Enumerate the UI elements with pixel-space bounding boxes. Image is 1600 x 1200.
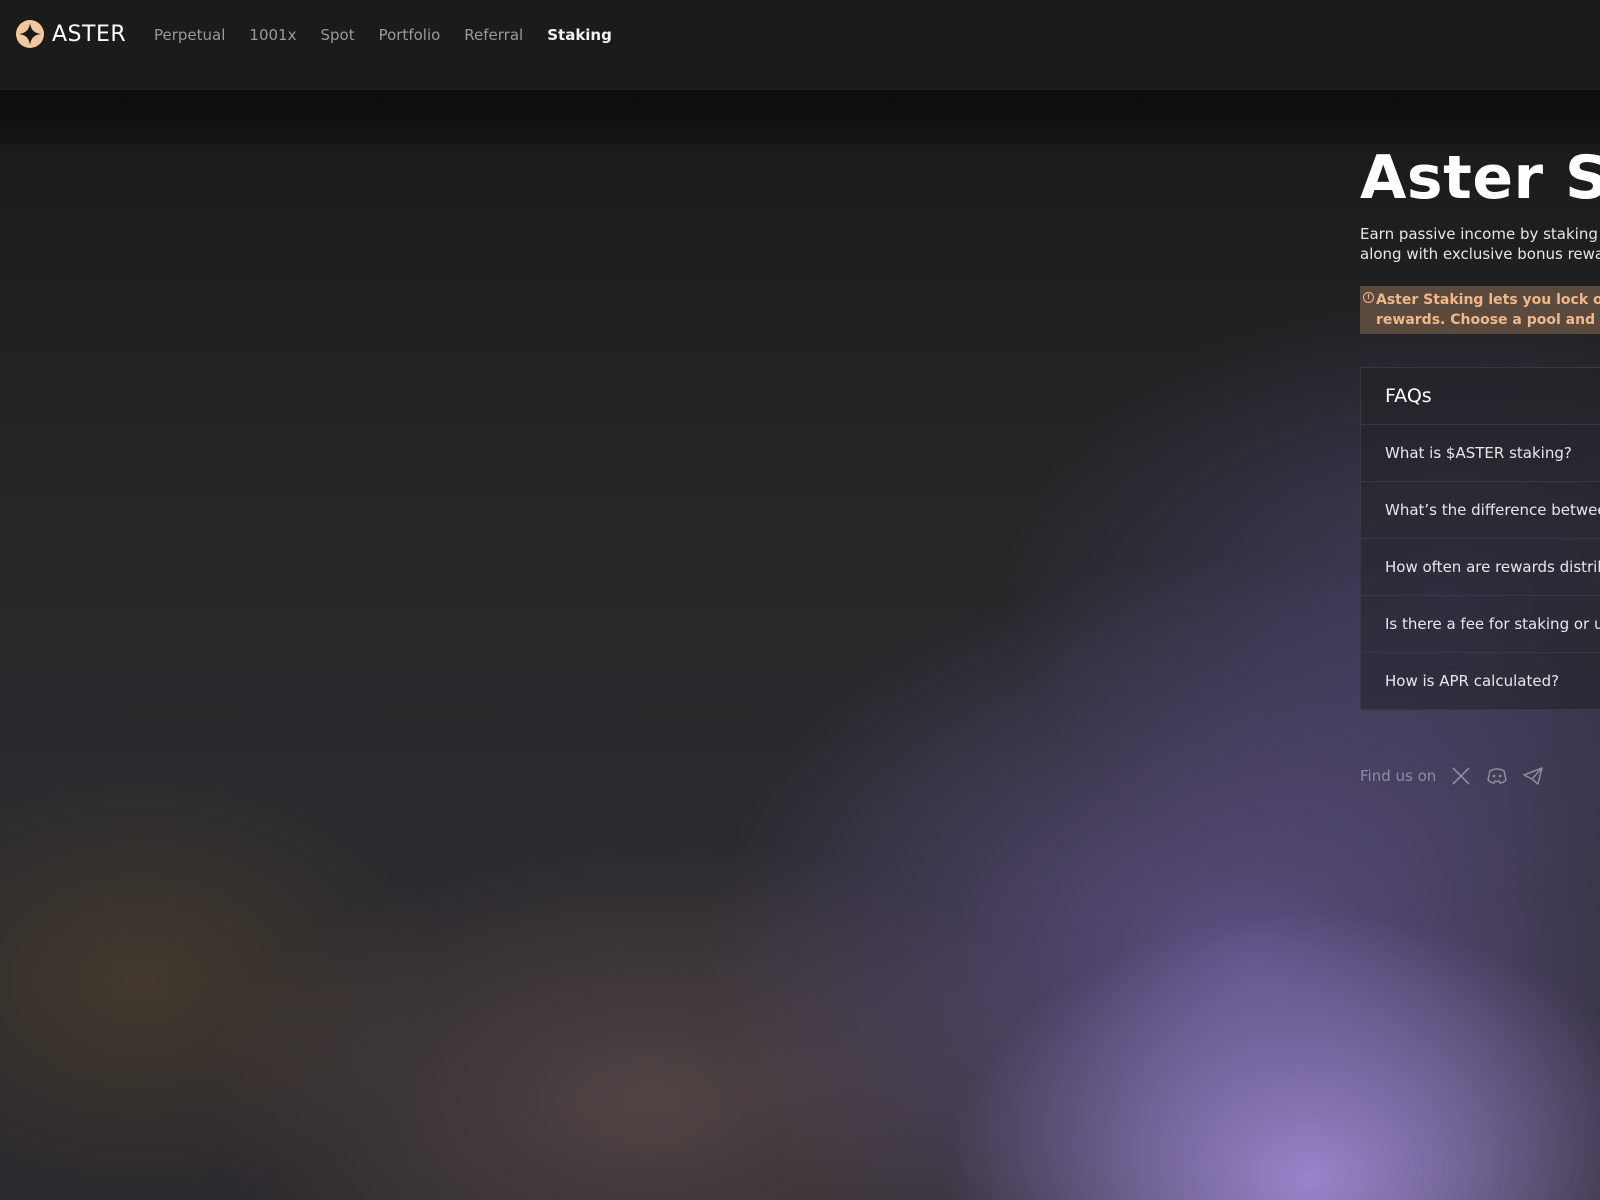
nav-spot[interactable]: Spot (320, 26, 354, 44)
nav-referral[interactable]: Referral (464, 26, 523, 44)
social-links: Find us on (1360, 764, 1600, 788)
nav-perpetual[interactable]: Perpetual (154, 26, 225, 44)
top-navbar: ASTER Perpetual 1001x Spot Portfolio Ref… (0, 0, 1600, 90)
info-icon: ! (1363, 292, 1374, 303)
staking-content: Aster Sta Earn passive income by staking… (1360, 146, 1600, 788)
header-shadow-band (0, 90, 1600, 144)
faq-heading: FAQs (1361, 368, 1600, 425)
aster-logo[interactable]: ASTER (16, 20, 126, 48)
aster-logo-icon (16, 20, 44, 48)
faq-item-what-is-staking[interactable]: What is $ASTER staking? (1361, 425, 1600, 482)
x-icon[interactable] (1450, 765, 1472, 787)
notice-line-1: Aster Staking lets you lock or flexi (1376, 292, 1600, 308)
subtitle-line-1: Earn passive income by staking yo (1360, 225, 1600, 243)
page-subtitle: Earn passive income by staking yo along … (1360, 224, 1600, 264)
faq-item-fees[interactable]: Is there a fee for staking or uns (1361, 596, 1600, 653)
main-nav: Perpetual 1001x Spot Portfolio Referral … (154, 24, 636, 46)
social-label: Find us on (1360, 767, 1437, 785)
nav-staking[interactable]: Staking (547, 26, 612, 44)
faq-panel: FAQs What is $ASTER staking? What’s the … (1360, 367, 1600, 710)
staking-notice: ! Aster Staking lets you lock or flexi r… (1360, 286, 1600, 334)
faq-item-apr[interactable]: How is APR calculated? (1361, 653, 1600, 709)
notice-line-2: rewards. Choose a pool and grow (1376, 312, 1600, 328)
nav-portfolio[interactable]: Portfolio (379, 26, 441, 44)
faq-item-difference[interactable]: What’s the difference between (1361, 482, 1600, 539)
discord-icon[interactable] (1486, 765, 1508, 787)
logo-text: ASTER (52, 21, 127, 47)
faq-item-reward-frequency[interactable]: How often are rewards distribu (1361, 539, 1600, 596)
subtitle-line-2: along with exclusive bonus reward (1360, 245, 1600, 263)
nav-1001x[interactable]: 1001x (249, 26, 296, 44)
page: ASTER Perpetual 1001x Spot Portfolio Ref… (0, 0, 1600, 1200)
page-title: Aster Sta (1360, 143, 1600, 213)
telegram-icon[interactable] (1522, 765, 1544, 787)
